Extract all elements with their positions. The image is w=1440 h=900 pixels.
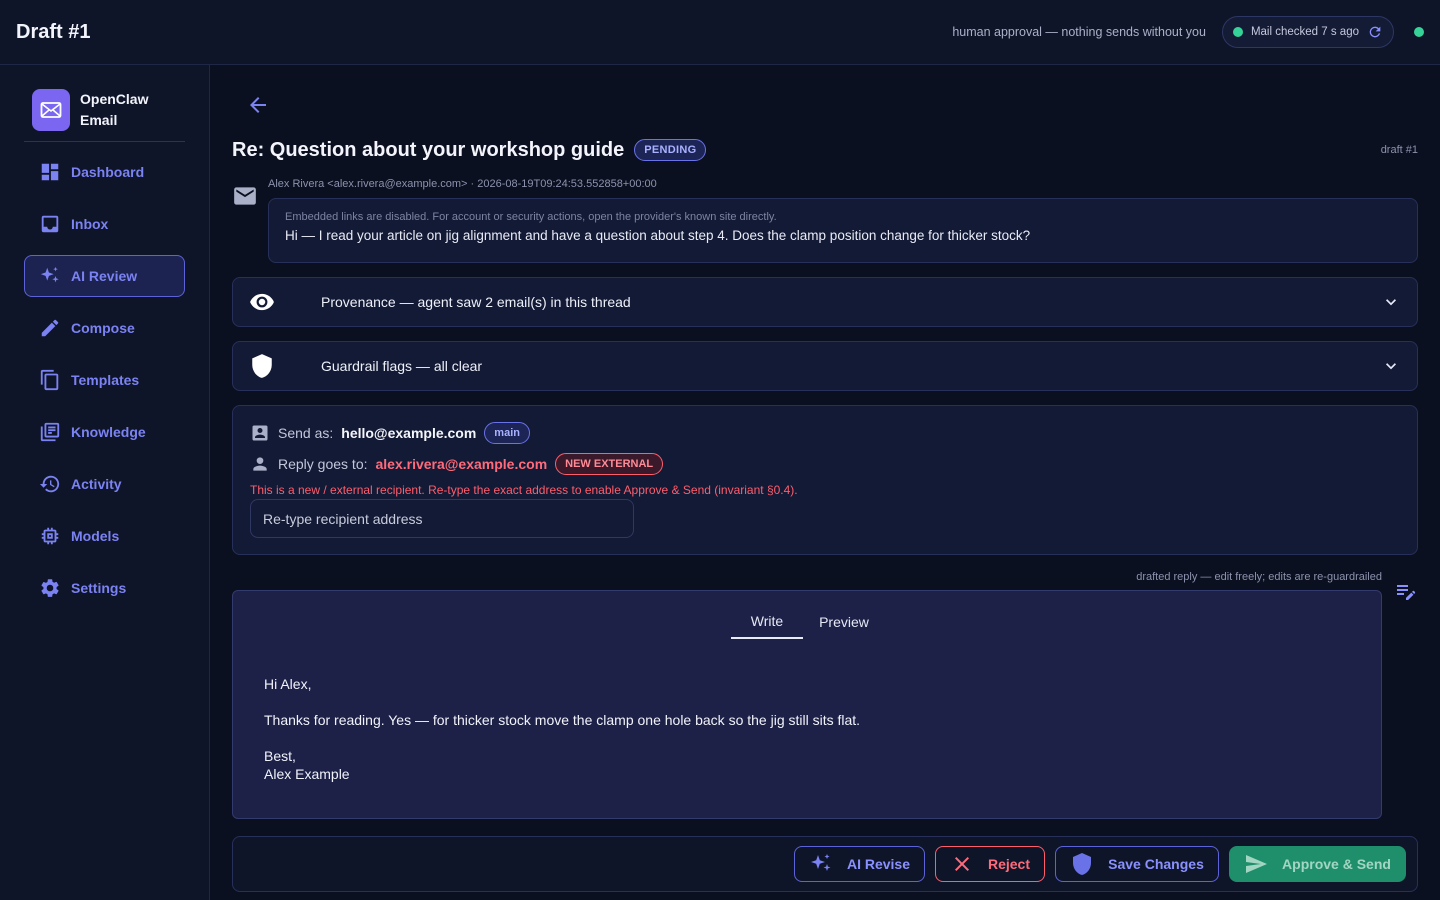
top-bar-right: human approval — nothing sends without y…	[952, 16, 1424, 48]
action-bar: AI Revise Reject Save Changes Approve & …	[232, 836, 1418, 892]
person-icon	[253, 457, 267, 471]
reply-to-address: alex.rivera@example.com	[375, 456, 548, 472]
reject-button[interactable]: Reject	[935, 846, 1045, 882]
envelope-icon	[232, 183, 258, 209]
links-disabled-note: Embedded links are disabled. For account…	[285, 211, 777, 223]
shield-icon	[1073, 853, 1092, 875]
top-bar: Draft #1 human approval — nothing sends …	[0, 0, 1440, 65]
save-changes-label: Save Changes	[1108, 856, 1204, 872]
sidebar-item-label: Models	[71, 528, 120, 544]
sidebar-item-ai-review[interactable]: AI Review	[24, 255, 185, 297]
guardrail-accordion[interactable]: Guardrail flags — all clear	[232, 341, 1418, 391]
draft-id-label: draft #1	[1380, 144, 1418, 156]
editor-tabs: Write Preview	[731, 605, 885, 639]
ai-revise-label: AI Revise	[846, 856, 911, 872]
chevron-down-icon[interactable]	[1381, 356, 1401, 376]
reply-to-row: Reply goes to: alex.rivera@example.com N…	[250, 453, 664, 475]
guardrail-label: Guardrail flags — all clear	[321, 358, 483, 374]
history-icon	[39, 475, 60, 493]
sidebar-item-inbox[interactable]: Inbox	[24, 203, 185, 245]
send-icon	[1246, 855, 1268, 873]
incoming-email: Embedded links are disabled. For account…	[268, 198, 1418, 263]
sidebar-item-label: AI Review	[71, 268, 138, 284]
status-dot-icon	[1232, 27, 1243, 37]
reject-label: Reject	[987, 856, 1031, 872]
sidebar-item-label: Activity	[71, 476, 122, 492]
account-box-icon	[252, 425, 268, 441]
sidebar-item-label: Knowledge	[71, 424, 146, 440]
close-icon	[954, 857, 969, 871]
back-arrow-icon[interactable]	[246, 93, 270, 117]
gear-icon	[41, 579, 59, 597]
approval-hint: human approval — nothing sends without y…	[952, 25, 1206, 39]
retype-recipient-input[interactable]	[250, 499, 634, 538]
sidebar-item-label: Inbox	[71, 216, 109, 232]
approve-send-label: Approve & Send	[1282, 856, 1391, 872]
external-recipient-warning: This is a new / external recipient. Re-t…	[250, 483, 798, 497]
sidebar-item-label: Compose	[71, 320, 135, 336]
send-as-tag: main	[484, 422, 530, 444]
main-content: Re: Question about your workshop guide P…	[232, 65, 1418, 900]
sidebar-item-knowledge[interactable]: Knowledge	[24, 411, 185, 453]
chevron-down-icon[interactable]	[1381, 292, 1401, 312]
sidebar-item-compose[interactable]: Compose	[24, 307, 185, 349]
sidebar-item-models[interactable]: Models	[24, 515, 185, 557]
approve-send-button[interactable]: Approve & Send	[1229, 846, 1406, 882]
subject-row: Re: Question about your workshop guide P…	[232, 137, 1418, 163]
reply-to-label: Reply goes to:	[278, 456, 368, 472]
chip-icon	[41, 527, 59, 545]
brand-name: OpenClaw Email	[80, 91, 149, 128]
sidebar-item-activity[interactable]: Activity	[24, 463, 185, 505]
copy-icon	[40, 369, 59, 391]
connection-dot-icon	[1414, 27, 1424, 37]
sidebar-item-label: Templates	[71, 372, 140, 388]
draft-subject: Re: Question about your workshop guide	[232, 138, 625, 161]
sparkles-icon	[810, 854, 831, 871]
send-as-row: Send as: hello@example.com main	[250, 422, 530, 444]
provenance-accordion[interactable]: Provenance — agent saw 2 email(s) in thi…	[232, 277, 1418, 327]
sidebar-item-templates[interactable]: Templates	[24, 359, 185, 401]
inbox-icon	[41, 215, 59, 233]
new-external-badge: NEW EXTERNAL	[555, 453, 664, 475]
sender-recipient-card: Send as: hello@example.com main Reply go…	[232, 405, 1418, 555]
dashboard-icon	[41, 163, 59, 181]
mail-status-pill[interactable]: Mail checked 7 s ago	[1221, 16, 1394, 48]
send-as-label: Send as:	[278, 425, 334, 441]
reply-signature: Alex Example	[264, 766, 350, 782]
message-meta: Alex Rivera <alex.rivera@example.com> · …	[268, 178, 657, 190]
reply-paragraph: Thanks for reading. Yes — for thicker st…	[264, 712, 861, 728]
provenance-label: Provenance — agent saw 2 email(s) in thi…	[321, 294, 631, 310]
sidebar-item-label: Settings	[71, 580, 127, 596]
sidebar-item-settings[interactable]: Settings	[24, 567, 185, 609]
tab-write[interactable]: Write	[731, 605, 803, 639]
drafted-reply-note: drafted reply — edit freely; edits are r…	[1136, 571, 1382, 583]
refresh-icon[interactable]	[1367, 24, 1383, 40]
page-title: Draft #1	[16, 20, 91, 43]
sidebar-item-label: Dashboard	[71, 164, 145, 180]
incoming-email-body: Hi — I read your article on jig alignmen…	[285, 228, 1031, 243]
status-badge: PENDING	[634, 139, 707, 161]
mail-logo-icon	[32, 89, 70, 131]
reply-greeting: Hi Alex,	[264, 676, 312, 692]
save-changes-button[interactable]: Save Changes	[1055, 846, 1219, 882]
reply-signoff: Best,	[264, 748, 296, 764]
sidebar-item-dashboard[interactable]: Dashboard	[24, 151, 185, 193]
pencil-icon	[41, 319, 59, 337]
eye-icon	[250, 293, 274, 311]
library-icon	[40, 422, 60, 442]
tab-preview[interactable]: Preview	[803, 605, 885, 639]
brand[interactable]: OpenClaw Email	[24, 87, 185, 142]
send-as-address: hello@example.com	[341, 425, 477, 441]
edit-notes-icon[interactable]	[1394, 579, 1418, 603]
sparkles-icon	[40, 266, 59, 283]
sidebar: OpenClaw Email Dashboard Inbox AI Review…	[0, 65, 210, 900]
reply-editor[interactable]: Write Preview Hi Alex, Thanks for readin…	[232, 590, 1382, 819]
ai-revise-button[interactable]: AI Revise	[794, 846, 925, 882]
mail-status-text: Mail checked 7 s ago	[1250, 26, 1359, 38]
sidebar-nav: Dashboard Inbox AI Review Compose Templa…	[24, 151, 185, 619]
reply-body[interactable]: Hi Alex, Thanks for reading. Yes — for t…	[264, 675, 860, 783]
shield-icon	[252, 354, 272, 378]
